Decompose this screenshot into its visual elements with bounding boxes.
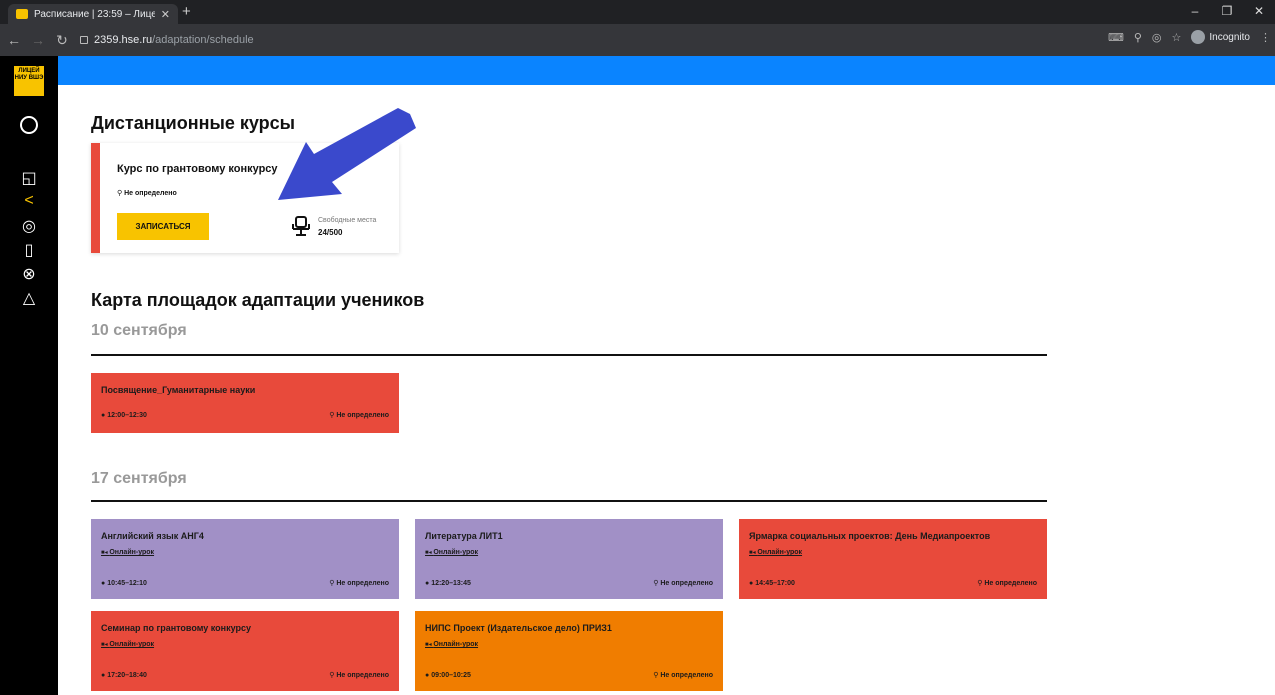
incognito-indicator[interactable]: Incognito xyxy=(1191,30,1250,44)
zoom-icon[interactable]: ⚲ xyxy=(1134,31,1142,44)
url-host: 2359.hse.ru xyxy=(94,34,153,46)
online-lesson-link[interactable]: Онлайн-урок xyxy=(749,549,802,556)
day-divider xyxy=(91,354,1047,356)
site-sidebar: ЛИЦЕЙ НИУ ВШЭ ◱ < ◎ ▯ ⊗ △ xyxy=(0,56,58,695)
online-lesson-link[interactable]: Онлайн-урок xyxy=(425,549,478,556)
forward-icon[interactable]: → xyxy=(28,32,48,48)
event-time: 09:00–10:25 xyxy=(425,672,471,679)
menu-icon[interactable]: ⋮ xyxy=(1260,31,1271,44)
seat-icon xyxy=(292,216,310,236)
ball-icon[interactable]: ⊗ xyxy=(0,264,58,284)
online-lesson-link[interactable]: Онлайн-урок xyxy=(101,641,154,648)
incognito-label: Incognito xyxy=(1209,31,1250,43)
browser-toolbar: ← → ↻ 2359.hse.ru/adaptation/schedule ⌨ … xyxy=(0,24,1275,56)
event-time: 14:45–17:00 xyxy=(749,580,795,587)
event-card[interactable]: Английский язык АНГ4 Онлайн-урок 10:45–1… xyxy=(91,519,399,599)
recycle-icon[interactable]: △ xyxy=(0,288,58,308)
day-date: 10 сентября xyxy=(91,322,187,339)
lyceum-logo[interactable]: ЛИЦЕЙ НИУ ВШЭ xyxy=(14,66,44,96)
close-window-icon[interactable]: ✕ xyxy=(1243,0,1275,24)
address-bar[interactable]: 2359.hse.ru/adaptation/schedule xyxy=(80,29,1090,51)
window-controls: – ❐ ✕ xyxy=(1179,0,1275,24)
profile-icon[interactable] xyxy=(20,116,38,134)
event-title: Семинар по грантовому конкурсу xyxy=(101,623,251,633)
bookmark-star-icon[interactable]: ☆ xyxy=(1172,31,1182,44)
lock-icon xyxy=(80,36,88,44)
event-title: НИПС Проект (Издательское дело) ПРИЗ1 xyxy=(425,623,612,633)
event-time: 12:20–13:45 xyxy=(425,580,471,587)
seats-label: Свободные места xyxy=(318,217,377,224)
tracking-icon[interactable]: ◎ xyxy=(1152,31,1162,44)
event-card[interactable]: НИПС Проект (Издательское дело) ПРИЗ1 Он… xyxy=(415,611,723,691)
event-time: 12:00–12:30 xyxy=(101,412,147,419)
enroll-button[interactable]: ЗАПИСАТЬСЯ xyxy=(117,213,209,240)
document-edit-icon[interactable]: ▯ xyxy=(0,240,58,260)
event-place: Не определено xyxy=(653,579,713,587)
browser-tab-bar: Расписание | 23:59 – Лицей НИ ✕ + – ❐ ✕ xyxy=(0,0,1275,24)
event-card[interactable]: Литература ЛИТ1 Онлайн-урок 12:20–13:45 … xyxy=(415,519,723,599)
share-icon[interactable]: < xyxy=(0,192,58,210)
event-title: Посвящение_Гуманитарные науки xyxy=(101,385,256,395)
course-location: ⚲ Не определено xyxy=(117,190,177,197)
event-title: Английский язык АНГ4 xyxy=(101,531,204,541)
event-time: 10:45–12:10 xyxy=(101,580,147,587)
restore-icon[interactable]: ❐ xyxy=(1211,0,1243,24)
event-card[interactable]: Семинар по грантовому конкурсу Онлайн-ур… xyxy=(91,611,399,691)
event-place: Не определено xyxy=(653,671,713,679)
online-lesson-link[interactable]: Онлайн-урок xyxy=(101,549,154,556)
online-lesson-link[interactable]: Онлайн-урок xyxy=(425,641,478,648)
event-place: Не определено xyxy=(329,411,389,419)
close-tab-icon[interactable]: ✕ xyxy=(161,8,170,21)
courses-title: Дистанционные курсы xyxy=(91,113,296,133)
day-divider xyxy=(91,500,1047,502)
event-title: Литература ЛИТ1 xyxy=(425,531,503,541)
minimize-icon[interactable]: – xyxy=(1179,0,1211,24)
browser-tools: ⌨ ⚲ ◎ ☆ Incognito ⋮ xyxy=(1108,30,1271,44)
back-icon[interactable]: ← xyxy=(4,32,24,48)
map-title: Карта площадок адаптации учеников xyxy=(91,290,425,310)
journal-icon[interactable]: ◱ xyxy=(0,168,58,188)
pointer-arrow-icon xyxy=(278,108,416,200)
incognito-icon xyxy=(1191,30,1206,44)
top-banner xyxy=(58,56,1275,85)
event-title: Ярмарка социальных проектов: День Медиап… xyxy=(749,531,991,541)
event-card[interactable]: Ярмарка социальных проектов: День Медиап… xyxy=(739,519,1047,599)
site-favicon-icon xyxy=(16,9,28,19)
event-place: Не определено xyxy=(977,579,1037,587)
check-circle-icon[interactable]: ◎ xyxy=(0,216,58,236)
course-name: Курс по грантовому конкурсу xyxy=(117,163,278,175)
event-time: 17:20–18:40 xyxy=(101,672,147,679)
url-path: /adaptation/schedule xyxy=(152,34,254,46)
browser-tab[interactable]: Расписание | 23:59 – Лицей НИ ✕ xyxy=(8,4,178,24)
day-date: 17 сентября xyxy=(91,470,187,487)
new-tab-icon[interactable]: + xyxy=(182,3,191,20)
tab-title: Расписание | 23:59 – Лицей НИ xyxy=(34,8,155,20)
event-place: Не определено xyxy=(329,579,389,587)
event-place: Не определено xyxy=(329,671,389,679)
reload-icon[interactable]: ↻ xyxy=(52,32,72,49)
seats-value: 24/500 xyxy=(318,228,343,237)
event-card[interactable]: Посвящение_Гуманитарные науки 12:00–12:3… xyxy=(91,373,399,433)
translate-icon[interactable]: ⌨ xyxy=(1108,31,1124,44)
